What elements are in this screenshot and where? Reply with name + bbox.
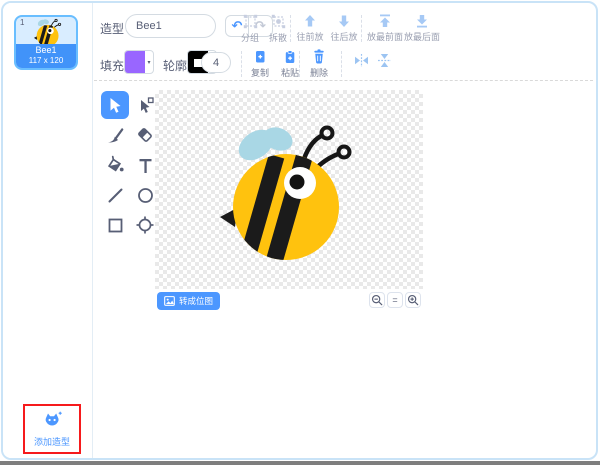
add-costume-button[interactable]: 添加造型 (26, 411, 78, 448)
crosshair-icon (136, 216, 154, 234)
toolbar-divider (290, 15, 291, 42)
delete-button[interactable]: 删除 (304, 49, 334, 79)
delete-label: 删除 (309, 68, 328, 78)
group-label: 分组 (240, 33, 259, 43)
brush-tool[interactable] (101, 121, 129, 149)
stroke-width-input[interactable] (201, 52, 231, 73)
zoom-reset-button[interactable]: = (387, 292, 403, 308)
zoom-out-icon (371, 294, 383, 306)
bring-to-front-label: 放最前面 (366, 32, 403, 42)
send-backward-icon (339, 15, 349, 27)
ungroup-button[interactable]: 拆散 (263, 14, 293, 44)
reshape-cursor-icon (140, 96, 154, 113)
send-to-back-icon (417, 15, 427, 28)
rectangle-tool[interactable] (101, 211, 129, 239)
flip-horizontal-icon (354, 54, 368, 67)
flip-vertical-icon (377, 54, 391, 67)
bee-image[interactable] (218, 121, 358, 271)
copy-button[interactable]: 复制 (245, 50, 275, 79)
select-tool[interactable] (101, 91, 129, 119)
fill-color-button[interactable]: ▾ (124, 50, 154, 74)
paint-editor-window: 1 Bee1 117 x 120 添加造型 造型 Bee1 ↶ ↷ 分组 拆散 … (0, 0, 600, 465)
copy-label: 复制 (250, 68, 269, 78)
paint-canvas[interactable] (155, 90, 423, 289)
group-button[interactable]: 分组 (235, 14, 265, 44)
toolbar-divider (361, 15, 362, 42)
delete-icon (314, 49, 324, 64)
costume-name-label: 造型 (100, 22, 125, 36)
line-tool[interactable] (101, 181, 129, 209)
bring-forward-icon (305, 15, 315, 27)
send-backward-label: 往后放 (330, 32, 358, 42)
paste-icon (285, 50, 295, 63)
costume-list: 1 Bee1 117 x 120 添加造型 (3, 3, 93, 458)
zoom-in-button[interactable] (405, 292, 421, 308)
convert-to-bitmap-button[interactable]: 转成位图 (157, 292, 221, 310)
bring-forward-label: 往前放 (296, 32, 324, 42)
zoom-controls: = (369, 292, 421, 308)
add-costume-label: 添加造型 (33, 437, 70, 447)
paint-bucket-icon (107, 155, 124, 172)
flip-vertical-button[interactable] (373, 53, 395, 68)
ungroup-icon (271, 14, 285, 29)
outline-label: 轮廓 (163, 59, 188, 73)
costume-item-bee1[interactable]: 1 Bee1 117 x 120 (14, 15, 78, 70)
send-to-back-button[interactable]: 放最后面 (400, 14, 444, 43)
toolbar-divider (341, 51, 342, 77)
fill-swatch (125, 51, 145, 73)
paste-button[interactable]: 粘贴 (275, 50, 305, 79)
bring-forward-button[interactable]: 往前放 (292, 14, 328, 43)
bitmap-icon (164, 296, 175, 306)
zoom-reset-label: = (392, 295, 398, 305)
toolbar-divider (241, 51, 242, 77)
costume-label: Bee1 117 x 120 (16, 44, 76, 68)
zoom-out-button[interactable] (369, 292, 385, 308)
convert-to-bitmap-label: 转成位图 (179, 296, 214, 306)
costume-name: Bee1 (35, 45, 57, 55)
costume-name-input[interactable] (125, 14, 216, 38)
eraser-icon (138, 128, 152, 142)
flip-horizontal-button[interactable] (350, 53, 372, 68)
chevron-down-icon: ▾ (147, 59, 151, 66)
line-icon (108, 188, 122, 202)
circle-icon (137, 187, 153, 203)
toolbar-bottom-divider (94, 80, 593, 81)
ungroup-label: 拆散 (268, 33, 287, 43)
toolbar-divider (299, 51, 300, 77)
costume-dimensions: 117 x 120 (28, 56, 64, 65)
zoom-in-icon (407, 294, 419, 306)
brush-icon (108, 128, 124, 143)
rectangle-icon (108, 218, 122, 232)
send-to-back-label: 放最后面 (403, 32, 440, 42)
fill-tool[interactable] (101, 151, 129, 179)
text-icon (139, 158, 151, 173)
bring-to-front-icon (380, 14, 390, 27)
group-icon (243, 14, 257, 29)
fill-label: 填充 (100, 59, 125, 73)
add-costume-cat-icon (45, 411, 62, 426)
send-backward-button[interactable]: 往后放 (326, 14, 362, 43)
paint-editor-panel: 1 Bee1 117 x 120 添加造型 造型 Bee1 ↶ ↷ 分组 拆散 … (1, 1, 598, 460)
window-bottom-edge (0, 461, 600, 465)
select-cursor-icon (110, 97, 120, 113)
costume-index: 1 (20, 18, 25, 27)
paste-label: 粘贴 (280, 68, 299, 78)
copy-icon (256, 51, 265, 63)
